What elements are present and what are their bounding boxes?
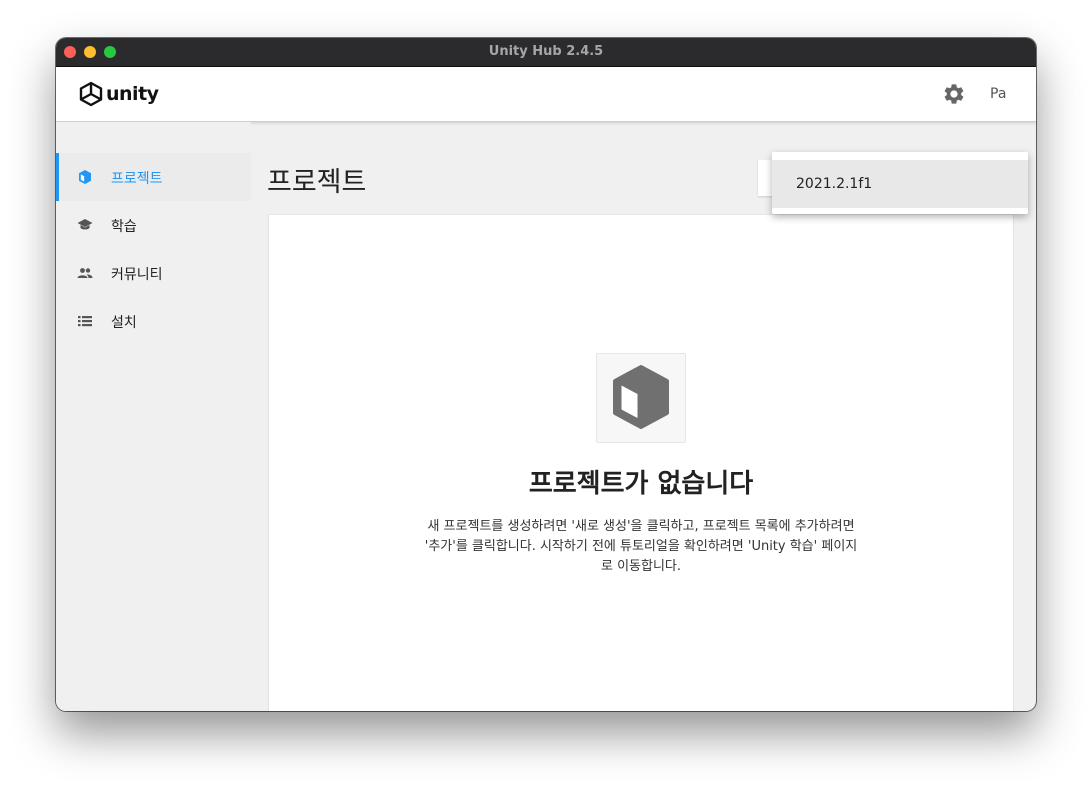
cube-icon [79, 170, 91, 184]
window-title: Unity Hub 2.4.5 [488, 44, 604, 59]
sidebar-item-projects[interactable]: 프로젝트 [56, 153, 251, 201]
page-title: 프로젝트 [267, 167, 367, 198]
app-header: unity Pa [56, 67, 1036, 122]
graduation-cap-icon [77, 219, 93, 230]
title-bar[interactable]: Unity Hub 2.4.5 [56, 38, 1036, 67]
empty-state-title: 프로젝트가 없습니다 [528, 469, 754, 499]
sidebar-item-label: 프로젝트 [111, 171, 163, 187]
gear-icon[interactable] [942, 82, 966, 106]
sidebar-item-installs[interactable]: 설치 [56, 297, 251, 345]
unity-logo: unity [78, 81, 159, 107]
app-window: Unity Hub 2.4.5 unity Pa 프로젝트 학습 커뮤니티 설치… [56, 38, 1036, 711]
empty-state-description: 새 프로젝트를 생성하려면 '새로 생성'을 클릭하고, 프로젝트 목록에 추가… [424, 519, 858, 574]
sidebar-item-community[interactable]: 커뮤니티 [56, 249, 251, 297]
unity-logo-icon [79, 81, 103, 107]
empty-state-icon-box [596, 353, 686, 443]
sidebar-item-label: 설치 [111, 315, 137, 331]
people-icon [77, 268, 93, 278]
sidebar-item-label: 커뮤니티 [111, 267, 163, 283]
list-icon [78, 316, 92, 327]
version-dropdown-menu: 2021.2.1f1 [772, 152, 1028, 214]
sidebar-item-learn[interactable]: 학습 [56, 201, 251, 249]
sidebar-item-label: 학습 [111, 219, 137, 235]
unity-logo-text: unity [106, 83, 159, 105]
account-button[interactable]: Pa [990, 86, 1030, 102]
cube-icon [613, 365, 669, 429]
projects-panel: 프로젝트가 없습니다 새 프로젝트를 생성하려면 '새로 생성'을 클릭하고, … [268, 214, 1014, 711]
dropdown-item-label: 2021.2.1f1 [796, 176, 873, 192]
sidebar: 프로젝트 학습 커뮤니티 설치 [56, 122, 251, 711]
dropdown-item-version[interactable]: 2021.2.1f1 [772, 160, 1028, 208]
